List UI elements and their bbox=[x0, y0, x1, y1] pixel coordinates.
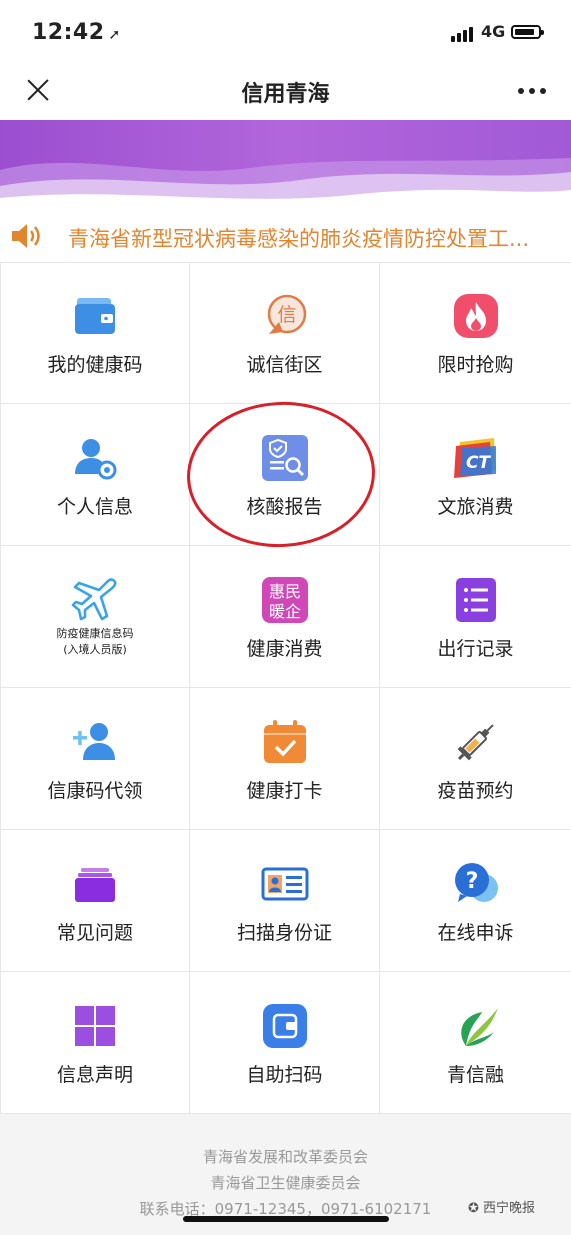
signal-icon bbox=[451, 26, 477, 42]
grid-item-scan-id[interactable]: 扫描身份证 bbox=[190, 830, 380, 972]
wallet-icon bbox=[75, 298, 115, 334]
grid-item-label: 文旅消费 bbox=[437, 496, 514, 518]
grid-item-inbound-health-code[interactable]: 防疫健康信息码 (入境人员版) bbox=[0, 546, 190, 688]
grid-item-faq[interactable]: 常见问题 bbox=[0, 830, 190, 972]
grid-item-label: 自助扫码 bbox=[246, 1064, 323, 1086]
watermark: ✪ 西宁晚报 bbox=[468, 1201, 536, 1216]
clock: 12:42 ➚ bbox=[32, 20, 121, 45]
benefit-glyph-bottom: 暖企 bbox=[268, 602, 300, 621]
question-bubble-icon: ? bbox=[454, 863, 498, 902]
grid-item-proxy-code[interactable]: 信康码代领 bbox=[0, 688, 190, 830]
benefit-icon: 惠民 暖企 bbox=[261, 577, 308, 623]
footer-line-health-commission: 青海省卫生健康委员会 bbox=[210, 1174, 361, 1192]
service-grid: 我的健康码 信 诚信街区 限时抢购 个人信息 核酸报告 CT 文旅消费 防疫健康… bbox=[0, 262, 571, 1114]
grid-item-label: 健康打卡 bbox=[246, 780, 323, 802]
leaf-logo-icon bbox=[460, 1008, 498, 1046]
grid-item-health-checkin[interactable]: 健康打卡 bbox=[190, 688, 380, 830]
battery-icon bbox=[511, 25, 544, 39]
grid-item-label: 出行记录 bbox=[437, 638, 514, 660]
grid-item-label: 健康消费 bbox=[246, 638, 323, 660]
grid-item-label: 我的健康码 bbox=[47, 354, 143, 376]
grid-item-flash-sale[interactable]: 限时抢购 bbox=[380, 262, 571, 404]
grid-item-online-appeal[interactable]: ? 在线申诉 bbox=[380, 830, 571, 972]
navigation-bar: 信用青海 bbox=[0, 64, 571, 120]
credit-badge-icon: 信 bbox=[267, 294, 306, 334]
speaker-icon bbox=[12, 224, 40, 248]
status-bar: 12:42 ➚ 4G bbox=[0, 0, 571, 64]
airplane-icon bbox=[71, 578, 117, 621]
page-title: 信用青海 bbox=[241, 82, 330, 107]
footer-line-ndrc: 青海省发展和改革委员会 bbox=[202, 1148, 368, 1166]
grid-item-label: 疫苗预约 bbox=[437, 780, 514, 802]
grid-item-qingxinrong[interactable]: 青信融 bbox=[380, 972, 571, 1114]
grid-item-personal-info[interactable]: 个人信息 bbox=[0, 404, 190, 546]
benefit-glyph-top: 惠民 bbox=[268, 582, 300, 601]
more-menu-icon[interactable] bbox=[518, 88, 546, 94]
notice-bar[interactable]: 青海省新型冠状病毒感染的肺炎疫情防控处置工... bbox=[0, 210, 571, 263]
ct-glyph: CT bbox=[465, 453, 490, 473]
wave-decoration bbox=[0, 158, 571, 210]
id-card-icon bbox=[261, 867, 308, 901]
wechat-icon: ✪ bbox=[468, 1201, 479, 1216]
grid-item-health-code[interactable]: 我的健康码 bbox=[0, 262, 190, 404]
grid-item-label: 信息声明 bbox=[56, 1064, 133, 1086]
network-type: 4G bbox=[481, 22, 506, 41]
flame-icon bbox=[453, 294, 498, 338]
badge-glyph: 信 bbox=[277, 304, 296, 326]
location-arrow-icon: ➚ bbox=[108, 27, 121, 43]
syringe-icon bbox=[457, 724, 494, 761]
grid-item-self-scan[interactable]: 自助扫码 bbox=[190, 972, 380, 1114]
home-indicator[interactable] bbox=[183, 1216, 389, 1222]
grid-item-label: 扫描身份证 bbox=[236, 922, 332, 944]
grid-item-label: 在线申诉 bbox=[437, 922, 514, 944]
grid-item-info-statement[interactable]: 信息声明 bbox=[0, 972, 190, 1114]
grid-item-label: 信康码代领 bbox=[47, 780, 143, 802]
grid-item-integrity-block[interactable]: 信 诚信街区 bbox=[190, 262, 380, 404]
add-user-icon bbox=[73, 723, 115, 760]
grid-item-label: 诚信街区 bbox=[246, 354, 323, 376]
culture-tourism-icon: CT bbox=[453, 438, 496, 478]
grid-item-vaccine-booking[interactable]: 疫苗预约 bbox=[380, 688, 571, 830]
user-settings-icon bbox=[75, 439, 117, 480]
calendar-check-icon bbox=[263, 720, 306, 763]
grid-item-label: 防疫健康信息码 (入境人员版) bbox=[56, 627, 134, 656]
grid-item-label: 限时抢购 bbox=[437, 354, 514, 376]
grid-squares-icon bbox=[75, 1006, 115, 1046]
list-icon bbox=[455, 578, 496, 622]
stack-icon bbox=[75, 868, 115, 902]
header-banner bbox=[0, 120, 571, 210]
scan-wallet-icon bbox=[262, 1004, 307, 1048]
grid-item-culture-tourism[interactable]: CT 文旅消费 bbox=[380, 404, 571, 546]
grid-item-label: 个人信息 bbox=[56, 496, 133, 518]
notice-text: 青海省新型冠状病毒感染的肺炎疫情防控处置工... bbox=[68, 227, 530, 251]
grid-item-label: 青信融 bbox=[446, 1064, 504, 1086]
grid-item-travel-record[interactable]: 出行记录 bbox=[380, 546, 571, 688]
grid-item-label: 常见问题 bbox=[56, 922, 133, 944]
grid-item-health-consumption[interactable]: 惠民 暖企 健康消费 bbox=[190, 546, 380, 688]
svg-text:?: ? bbox=[465, 869, 478, 894]
